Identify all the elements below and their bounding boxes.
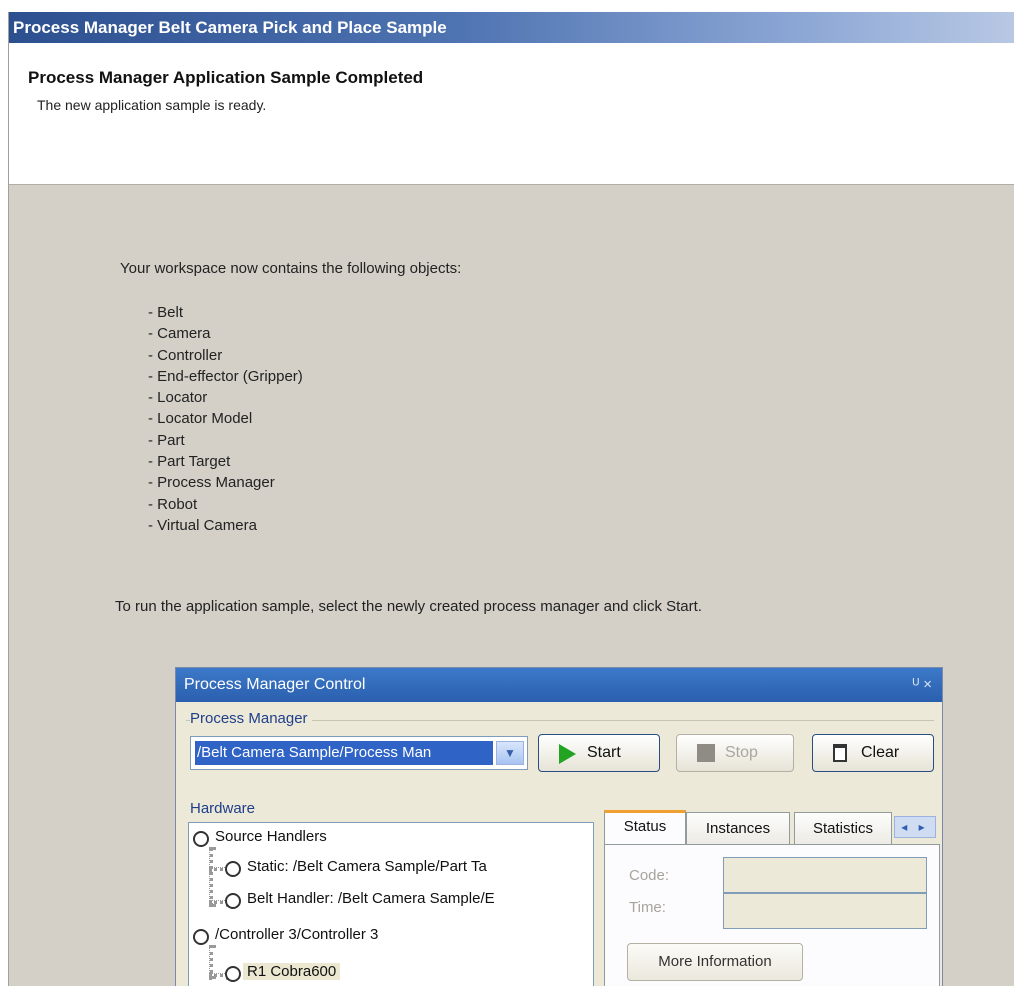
list-item: - Camera [148,325,211,343]
hardware-tree[interactable]: Source Handlers Static: /Belt Camera Sam… [188,822,594,986]
list-item: - End-effector (Gripper) [148,367,303,385]
tab-status[interactable]: Status [604,810,686,844]
list-item: - Belt [148,304,184,321]
start-button-label: Start [587,744,621,761]
list-item: - Robot [148,495,198,513]
instruction-text: To run the application sample, select th… [115,598,702,615]
process-manager-control-panel: Process Manager Control ᵁ × Process Mana… [175,667,943,986]
window-titlebar: Process Manager Belt Camera Pick and Pla… [9,12,1014,43]
list-item: - Locator [148,389,208,407]
stop-button[interactable]: Stop [676,734,794,772]
status-tabs: Status Instances Statistics ◂ ▸ [604,810,940,844]
list-item: - Virtual Camera [148,516,257,534]
list-item: - Process Manager [148,474,275,492]
radio-icon[interactable] [225,966,241,982]
clear-clipboard-icon [833,744,847,762]
intro-text: Your workspace now contains the followin… [120,260,462,277]
stop-button-label: Stop [725,744,758,761]
close-icon[interactable]: × [923,676,932,693]
tab-instances[interactable]: Instances [686,812,790,844]
dropdown-chevron-icon[interactable]: ▼ [496,741,524,765]
stop-square-icon [697,744,715,762]
process-manager-group-label: Process Manager [190,710,312,727]
tree-node-label: R1 Cobra600 [243,963,341,980]
panel-title-controls: ᵁ × [913,668,932,702]
process-manager-select-value: /Belt Camera Sample/Process Man [195,741,493,765]
object-list: - Belt - Camera - Controller - End-effec… [148,302,303,536]
time-field [723,893,927,929]
code-field [723,857,927,893]
start-play-icon [559,744,576,764]
time-label: Time: [629,899,666,916]
code-label: Code: [629,867,670,884]
tree-connector [209,847,213,907]
page-subtitle: The new application sample is ready. [37,97,267,113]
process-manager-select[interactable]: /Belt Camera Sample/Process Man ▼ [190,736,528,770]
panel-title: Process Manager Control [176,668,942,702]
tab-scroll-arrows-icon[interactable]: ◂ ▸ [894,816,936,838]
status-tab-panel: Code: Time: More Information [604,844,940,986]
wizard-header: Process Manager Application Sample Compl… [9,43,1014,185]
tree-node-label: Belt Handler: /Belt Camera Sample/E [247,890,495,907]
page-title: Process Manager Application Sample Compl… [28,68,424,87]
list-item: - Locator Model [148,410,253,428]
clear-button-label: Clear [861,744,900,761]
clear-button[interactable]: Clear [812,734,934,772]
list-item: - Part [148,431,185,449]
tree-node-label: Source Handlers [215,828,327,845]
radio-icon[interactable] [225,893,241,909]
tree-node-label: Static: /Belt Camera Sample/Part Ta [247,858,487,875]
wizard-window: Process Manager Belt Camera Pick and Pla… [8,12,1014,986]
tab-statistics[interactable]: Statistics [794,812,892,844]
radio-icon[interactable] [193,831,209,847]
radio-icon[interactable] [225,861,241,877]
pin-icon[interactable]: ᵁ [913,676,919,693]
radio-icon[interactable] [193,929,209,945]
list-item: - Controller [148,346,223,364]
more-information-button[interactable]: More Information [627,943,803,981]
hardware-group-label: Hardware [190,800,256,817]
tree-node-label: /Controller 3/Controller 3 [215,926,379,943]
list-item: - Part Target [148,453,231,471]
start-button[interactable]: Start [538,734,660,772]
